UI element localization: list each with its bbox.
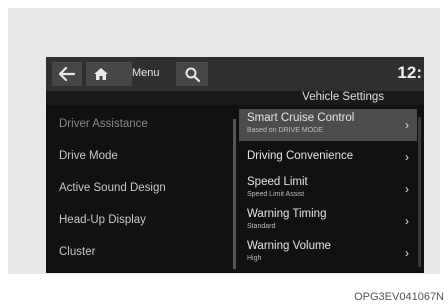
category-item-head-up-display[interactable]: Head-Up Display: [59, 214, 146, 226]
chevron-right-icon: ›: [405, 150, 409, 164]
infotainment-screen: Menu 12: Vehicle Settings Driver Assista…: [46, 57, 424, 273]
setting-label: Warning Volume: [247, 240, 331, 252]
setting-label: Speed Limit: [247, 176, 308, 188]
setting-row-smart-cruise-control[interactable]: Smart Cruise Control Based on DRIVE MODE…: [239, 109, 417, 141]
search-button[interactable]: [176, 62, 208, 86]
setting-sublabel: Speed Limit Assist: [247, 191, 305, 198]
settings-list: Smart Cruise Control Based on DRIVE MODE…: [239, 105, 424, 273]
category-list: Driver Assistance Drive Mode Active Soun…: [46, 105, 232, 273]
category-item-active-sound-design[interactable]: Active Sound Design: [59, 182, 166, 194]
home-icon: [94, 68, 108, 80]
chevron-right-icon: ›: [405, 182, 409, 196]
setting-sublabel: Based on DRIVE MODE: [247, 127, 323, 134]
figure-caption: OPG3EV041067N: [354, 291, 444, 303]
scrollbar[interactable]: [418, 117, 421, 267]
clock: 12:: [397, 63, 422, 82]
menu-button-label[interactable]: Menu: [132, 67, 160, 79]
back-arrow-icon: [59, 67, 75, 81]
category-item-drive-mode[interactable]: Drive Mode: [59, 150, 118, 162]
setting-label: Driving Convenience: [247, 150, 354, 162]
home-button[interactable]: [86, 62, 132, 86]
back-button[interactable]: [52, 62, 82, 86]
chevron-right-icon: ›: [405, 246, 409, 260]
page-title: Vehicle Settings: [302, 91, 384, 103]
setting-row-driving-convenience[interactable]: Driving Convenience ›: [239, 141, 417, 173]
setting-sublabel: Standard: [247, 223, 276, 230]
top-bar: Menu 12:: [46, 57, 424, 91]
setting-row-warning-volume[interactable]: Warning Volume High ›: [239, 237, 417, 269]
search-icon: [185, 67, 200, 82]
panel-divider: [233, 119, 236, 269]
category-item-cluster[interactable]: Cluster: [59, 246, 95, 258]
device-frame: Menu 12: Vehicle Settings Driver Assista…: [8, 8, 440, 274]
setting-row-warning-timing[interactable]: Warning Timing Standard ›: [239, 205, 417, 237]
chevron-right-icon: ›: [405, 118, 409, 132]
chevron-right-icon: ›: [405, 214, 409, 228]
setting-label: Warning Timing: [247, 208, 327, 220]
category-item-driver-assistance[interactable]: Driver Assistance: [59, 118, 148, 130]
setting-label: Smart Cruise Control: [247, 112, 355, 124]
setting-row-speed-limit[interactable]: Speed Limit Speed Limit Assist ›: [239, 173, 417, 205]
setting-sublabel: High: [247, 255, 262, 262]
